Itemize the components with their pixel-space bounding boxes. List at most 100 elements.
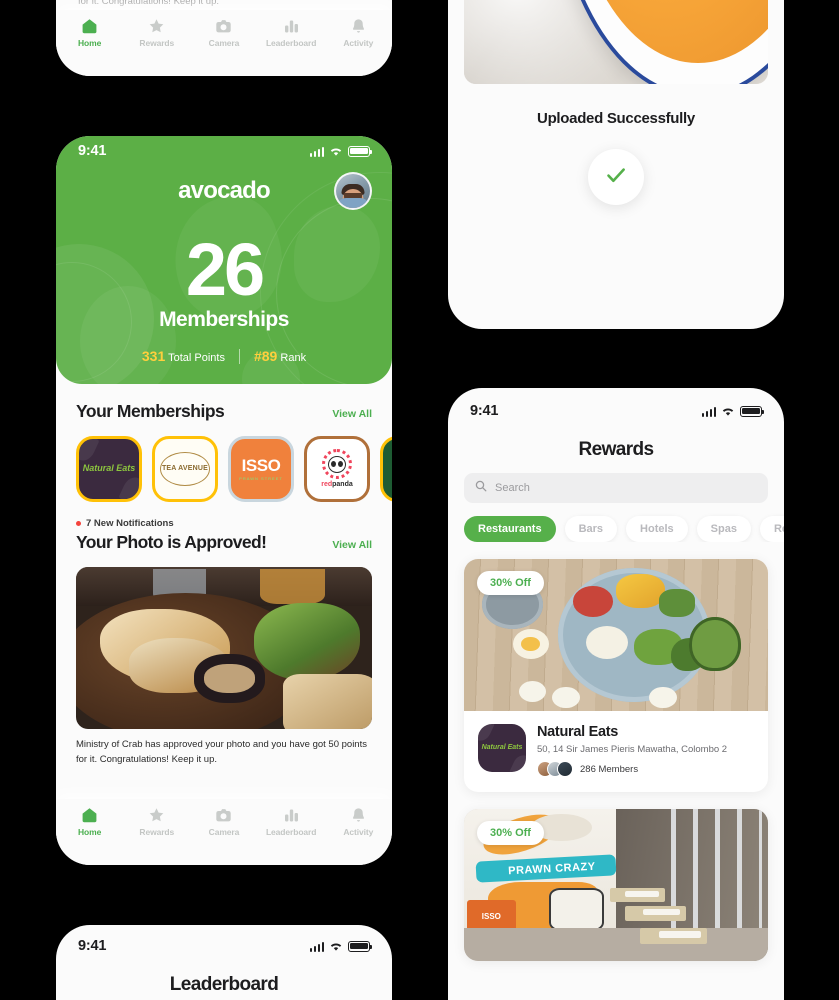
isso-sign-text: ISSO xyxy=(481,912,501,922)
status-time: 9:41 xyxy=(470,403,499,419)
phone-upload-success: Uploaded Successfully xyxy=(448,0,784,329)
avatar[interactable] xyxy=(334,172,372,210)
reward-card-body: Natural Eats Natural Eats 50, 14 Sir Jam… xyxy=(464,711,768,792)
reward-member-count: 286 Members xyxy=(580,763,639,775)
tab-camera-label: Camera xyxy=(208,827,240,837)
phone-leaderboard: 9:41 Leaderboard xyxy=(56,925,392,1000)
category-filter-list[interactable]: Restaurants Bars Hotels Spas Retail xyxy=(448,503,784,542)
phone-home: 9:41 avocado 26 Memberships 331 Total Po… xyxy=(56,136,392,865)
reward-card-image: 30% Off xyxy=(464,559,768,711)
filter-pill-spas[interactable]: Spas xyxy=(696,516,751,542)
membership-logo-isso[interactable]: ISSO PRAWN STREET xyxy=(228,436,294,502)
discount-badge: 30% Off xyxy=(477,821,544,845)
status-icons xyxy=(701,405,764,417)
tab-home[interactable]: Home xyxy=(58,807,122,837)
upload-success-badge xyxy=(588,149,644,205)
search-icon xyxy=(475,479,487,497)
membership-logo-sublabel: PRAWN STREET xyxy=(239,475,283,481)
phone-rewards: 9:41 Rewards Search Restaurants Bars Hot… xyxy=(448,388,784,1000)
memberships-view-all[interactable]: View All xyxy=(332,408,372,420)
tab-camera-label: Camera xyxy=(208,38,240,48)
membership-logo-list[interactable]: Natural Eats TEA AVENUE ISSO PRAWN STREE… xyxy=(56,422,392,502)
star-icon xyxy=(148,18,165,34)
membership-logo-tea-avenue[interactable]: TEA AVENUE xyxy=(152,436,218,502)
filter-pill-bars[interactable]: Bars xyxy=(564,516,618,542)
tab-leaderboard[interactable]: Leaderboard xyxy=(259,18,323,48)
status-icons xyxy=(309,145,372,157)
member-avatar-stack xyxy=(537,761,573,777)
total-points-stat: 331 Total Points xyxy=(142,348,225,364)
photo-egg xyxy=(512,628,550,660)
check-icon xyxy=(602,161,630,194)
wifi-icon xyxy=(329,941,343,952)
tab-rewards-label: Rewards xyxy=(139,38,175,48)
notification-title: Your Photo is Approved! xyxy=(76,532,267,552)
tab-activity[interactable]: Activity xyxy=(326,18,390,48)
search-placeholder: Search xyxy=(495,482,530,494)
home-hero: 9:41 avocado 26 Memberships 331 Total Po… xyxy=(56,136,392,384)
camera-icon xyxy=(215,807,232,823)
membership-logo-partner[interactable] xyxy=(380,436,392,502)
discount-badge: 30% Off xyxy=(477,571,544,595)
photo-salad xyxy=(253,602,361,681)
tab-home[interactable]: Home xyxy=(58,18,122,48)
reward-logo-label: Natural Eats xyxy=(481,743,523,751)
tab-rewards[interactable]: Rewards xyxy=(125,18,189,48)
notification-body-faded: Ministry of Crab has approved your photo… xyxy=(78,0,219,8)
rank-stat: #89 Rank xyxy=(254,348,306,364)
camera-icon xyxy=(215,18,232,34)
membership-logo-redpanda[interactable]: redpanda xyxy=(304,436,370,502)
rewards-title: Rewards xyxy=(578,439,654,460)
status-time: 9:41 xyxy=(78,938,107,954)
reward-card-text: Natural Eats 50, 14 Sir James Pieris Maw… xyxy=(537,724,727,777)
tab-camera[interactable]: Camera xyxy=(192,18,256,48)
tab-bar-top-crop[interactable]: Home Rewards Camera Leaderboard Activity xyxy=(56,10,392,76)
total-points-label: Total Points xyxy=(168,352,225,365)
notification-title-row: Your Photo is Approved! View All xyxy=(76,532,372,553)
filter-pill-hotels[interactable]: Hotels xyxy=(626,516,688,542)
cellular-signal-icon xyxy=(309,941,324,952)
notification-section-header: 7 New Notifications Your Photo is Approv… xyxy=(56,502,392,553)
tab-rewards[interactable]: Rewards xyxy=(125,807,189,837)
tab-bar-home[interactable]: Home Rewards Camera Leaderboard Activity xyxy=(56,799,392,865)
approved-photo-image[interactable] xyxy=(76,567,372,729)
photo-placemat xyxy=(658,930,702,939)
tab-activity[interactable]: Activity xyxy=(326,807,390,837)
photo-beer-glass xyxy=(259,568,325,605)
reward-card-natural-eats[interactable]: 30% Off Natural Eats Natural Eats 50, 14… xyxy=(464,559,768,792)
membership-logo-label: redpanda xyxy=(321,481,353,489)
upload-success-title: Uploaded Successfully xyxy=(537,110,695,127)
tab-rewards-label: Rewards xyxy=(139,827,175,837)
photo-tomato xyxy=(573,586,613,617)
photo-bread xyxy=(283,673,372,729)
cellular-signal-icon xyxy=(701,406,716,417)
avatar xyxy=(557,761,573,777)
notification-view-all[interactable]: View All xyxy=(332,539,372,551)
photo-pumpkin xyxy=(616,574,665,608)
filter-pill-restaurants[interactable]: Restaurants xyxy=(464,516,556,542)
search-input[interactable]: Search xyxy=(464,473,768,503)
rank-label: Rank xyxy=(280,352,307,365)
tab-leaderboard-label: Leaderboard xyxy=(265,827,317,837)
tab-camera[interactable]: Camera xyxy=(192,807,256,837)
screenshot-stage: Ministry of Crab has approved your photo… xyxy=(0,0,839,1000)
app-brand-title: avocado xyxy=(178,177,271,204)
cellular-signal-icon xyxy=(309,146,324,157)
phone-home-cropped-top: Ministry of Crab has approved your photo… xyxy=(56,0,392,76)
bell-icon xyxy=(350,18,367,34)
membership-logo-natural-eats[interactable]: Natural Eats xyxy=(76,436,142,502)
status-icons xyxy=(309,940,372,952)
home-icon xyxy=(81,18,98,34)
battery-icon xyxy=(348,940,372,952)
membership-logo-label: Natural Eats xyxy=(82,463,136,474)
bar-chart-icon xyxy=(283,807,300,823)
filter-pill-retail[interactable]: Retail xyxy=(759,516,784,542)
reward-card-isso[interactable]: PRAWN CRAZY ISSO 30% Off xyxy=(464,809,768,961)
panda-ring xyxy=(322,449,352,480)
reward-name: Natural Eats xyxy=(537,724,619,740)
reward-logo-natural-eats: Natural Eats xyxy=(478,724,526,772)
tab-leaderboard-label: Leaderboard xyxy=(265,38,317,48)
tab-leaderboard[interactable]: Leaderboard xyxy=(259,807,323,837)
membership-count-label: Memberships xyxy=(159,308,289,332)
photo-avocado xyxy=(688,616,741,672)
